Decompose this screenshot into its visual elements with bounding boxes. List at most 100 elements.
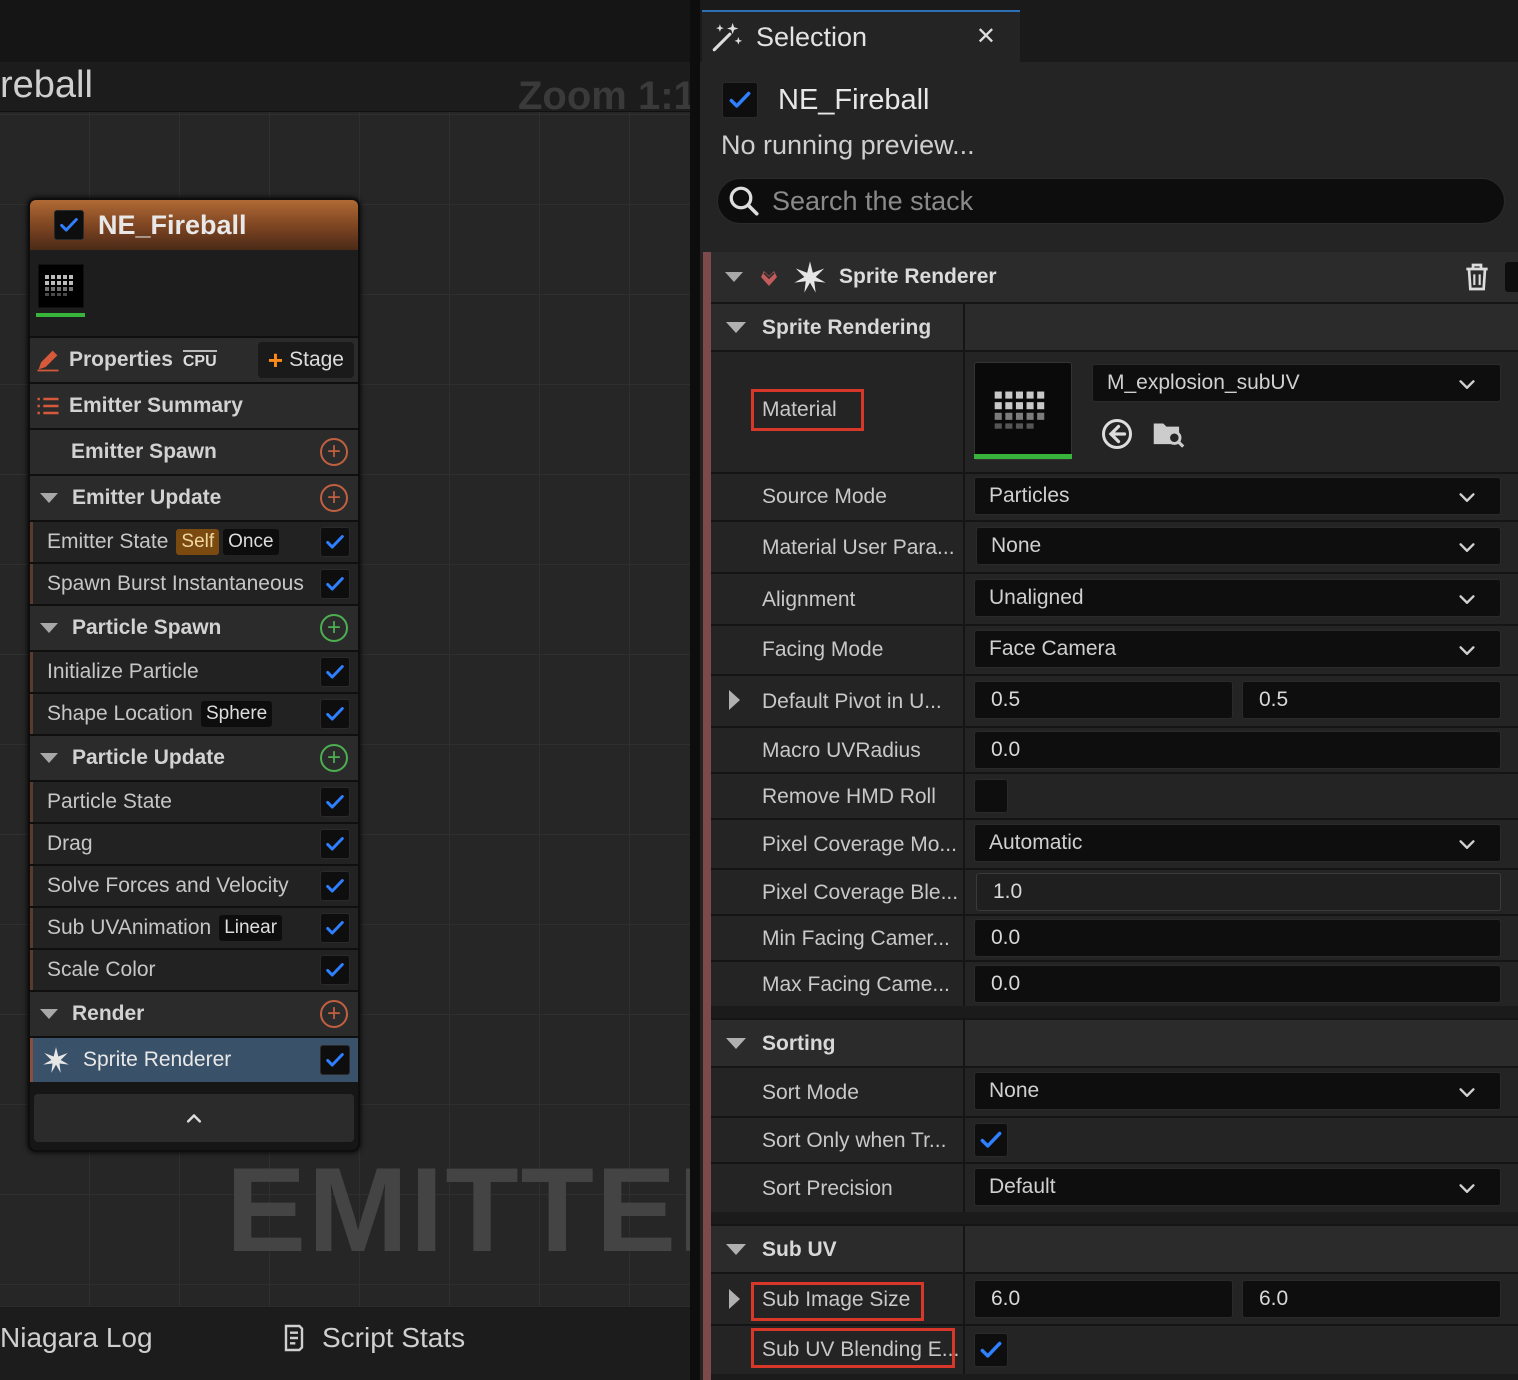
section-particle-update[interactable]: Particle Update +	[30, 734, 358, 780]
material-asset-dropdown[interactable]: M_explosion_subUV	[1092, 364, 1501, 402]
module-enable-checkbox[interactable]	[320, 1045, 350, 1075]
add-module-icon[interactable]: +	[320, 614, 348, 642]
module-enable-checkbox[interactable]	[320, 527, 350, 557]
section-emitter-spawn[interactable]: Emitter Spawn +	[30, 428, 358, 474]
chevron-up-icon	[186, 1114, 202, 1123]
dropdown-value: Automatic	[989, 831, 1083, 854]
remove-hmd-roll-checkbox[interactable]	[974, 779, 1008, 813]
category-sorting[interactable]: Sorting	[711, 1018, 1518, 1066]
collapse-arrow-icon[interactable]	[725, 272, 743, 282]
cpu-icon: CPU	[182, 349, 217, 371]
script-stats-label: Script Stats	[322, 1322, 466, 1353]
emitter-enable-checkbox[interactable]	[722, 82, 758, 118]
module-enable-checkbox[interactable]	[1505, 262, 1518, 292]
browse-folder-icon[interactable]	[1149, 414, 1187, 452]
module-enable-checkbox[interactable]	[320, 699, 350, 729]
add-renderer-icon[interactable]: +	[320, 1000, 348, 1028]
category-sub-uv[interactable]: Sub UV	[711, 1224, 1518, 1272]
sub-image-size-y-input[interactable]: 6.0	[1242, 1280, 1501, 1318]
sprite-burst-icon	[793, 260, 827, 294]
min-facing-input[interactable]: 0.0	[974, 919, 1501, 957]
stack-search-box[interactable]	[717, 178, 1505, 224]
collapse-arrow-icon[interactable]	[40, 623, 58, 633]
sub-image-size-x-input[interactable]: 6.0	[974, 1280, 1233, 1318]
section-emitter-summary[interactable]: Emitter Summary	[30, 382, 358, 428]
close-icon[interactable]: ✕	[976, 22, 996, 51]
module-spawn-burst[interactable]: Spawn Burst Instantaneous	[30, 562, 358, 604]
module-enable-checkbox[interactable]	[320, 569, 350, 599]
sort-only-checkbox[interactable]	[974, 1123, 1008, 1157]
module-initialize-particle[interactable]: Initialize Particle	[30, 650, 358, 692]
pivot-y-input[interactable]: 0.5	[1242, 681, 1501, 719]
sprite-renderer-header[interactable]: Sprite Renderer	[711, 252, 1518, 302]
collapse-arrow-icon[interactable]	[40, 753, 58, 763]
section-label: Render	[72, 1002, 145, 1025]
prop-label: Remove HMD Roll	[762, 785, 936, 808]
module-enable-checkbox[interactable]	[320, 657, 350, 687]
panel-splitter[interactable]	[690, 0, 700, 1380]
module-enable-checkbox[interactable]	[320, 787, 350, 817]
module-emitter-state[interactable]: Emitter State Self Once	[30, 520, 358, 562]
emitter-enable-checkbox[interactable]	[54, 210, 84, 240]
max-facing-input[interactable]: 0.0	[974, 965, 1501, 1003]
trash-icon[interactable]	[1461, 260, 1493, 294]
collapse-arrow-icon[interactable]	[726, 1038, 746, 1049]
section-emitter-update[interactable]: Emitter Update +	[30, 474, 358, 520]
module-solve-forces[interactable]: Solve Forces and Velocity	[30, 864, 358, 906]
module-enable-checkbox[interactable]	[320, 955, 350, 985]
search-icon	[729, 186, 759, 216]
column-divider	[963, 474, 965, 520]
add-module-icon[interactable]: +	[320, 438, 348, 466]
node-collapse-button[interactable]	[34, 1094, 354, 1142]
collapse-arrow-icon[interactable]	[40, 1009, 58, 1019]
collapse-arrow-icon[interactable]	[726, 322, 746, 333]
add-module-icon[interactable]: +	[320, 484, 348, 512]
collapse-arrow-icon[interactable]	[726, 1244, 746, 1255]
section-render[interactable]: Render +	[30, 990, 358, 1036]
prop-sort-only-translucent: Sort Only when Tr...	[711, 1116, 1518, 1162]
dropdown-value: None	[989, 1079, 1040, 1102]
column-divider	[963, 916, 965, 960]
node-properties-row[interactable]: Properties CPU + Stage	[30, 336, 358, 382]
module-particle-state[interactable]: Particle State	[30, 780, 358, 822]
emitter-node-header[interactable]: NE_Fireball	[30, 200, 358, 250]
emitter-thumbnail[interactable]	[38, 264, 84, 308]
section-particle-spawn[interactable]: Particle Spawn +	[30, 604, 358, 650]
expand-arrow-icon[interactable]	[729, 690, 740, 710]
material-thumbnail[interactable]	[974, 362, 1072, 460]
tab-script-stats[interactable]: Script Stats	[278, 1322, 465, 1354]
macro-uv-radius-input[interactable]: 0.0	[974, 731, 1501, 769]
prop-max-facing-camera: Max Facing Came... 0.0	[711, 960, 1518, 1006]
tab-selection[interactable]: Selection ✕	[702, 10, 1020, 62]
tab-niagara-log[interactable]: Niagara Log	[0, 1322, 153, 1354]
expand-arrow-icon[interactable]	[729, 1289, 740, 1309]
module-enable-checkbox[interactable]	[320, 871, 350, 901]
chevron-down-icon	[1456, 537, 1478, 559]
module-scale-color[interactable]: Scale Color	[30, 948, 358, 990]
use-selected-asset-icon[interactable]	[1099, 416, 1135, 452]
sub-uv-blending-checkbox[interactable]	[974, 1333, 1008, 1367]
module-enable-checkbox[interactable]	[320, 913, 350, 943]
emitter-watermark: EMITTER	[226, 1143, 767, 1277]
source-mode-dropdown[interactable]: Particles	[974, 477, 1501, 515]
module-shape-location[interactable]: Shape Location Sphere	[30, 692, 358, 734]
dropdown-value: None	[991, 534, 1042, 557]
add-stage-button[interactable]: + Stage	[257, 342, 354, 378]
module-sprite-renderer[interactable]: Sprite Renderer	[30, 1036, 358, 1082]
collapse-arrow-icon[interactable]	[40, 493, 58, 503]
sort-precision-dropdown[interactable]: Default	[974, 1168, 1501, 1206]
chevron-down-icon	[1456, 589, 1478, 611]
pixel-coverage-mode-dropdown[interactable]: Automatic	[974, 824, 1501, 862]
module-sub-uv-animation[interactable]: Sub UVAnimation Linear	[30, 906, 358, 948]
module-drag[interactable]: Drag	[30, 822, 358, 864]
sort-mode-dropdown[interactable]: None	[974, 1072, 1501, 1110]
category-sprite-rendering[interactable]: Sprite Rendering	[711, 302, 1518, 350]
material-user-param-dropdown[interactable]: None	[976, 527, 1501, 565]
module-enable-checkbox[interactable]	[320, 829, 350, 859]
alignment-dropdown[interactable]: Unaligned	[974, 579, 1501, 617]
add-module-icon[interactable]: +	[320, 744, 348, 772]
pixel-coverage-blend-input[interactable]: 1.0	[976, 873, 1501, 911]
facing-mode-dropdown[interactable]: Face Camera	[974, 630, 1501, 668]
search-input[interactable]	[772, 185, 1472, 217]
pivot-x-input[interactable]: 0.5	[974, 681, 1233, 719]
